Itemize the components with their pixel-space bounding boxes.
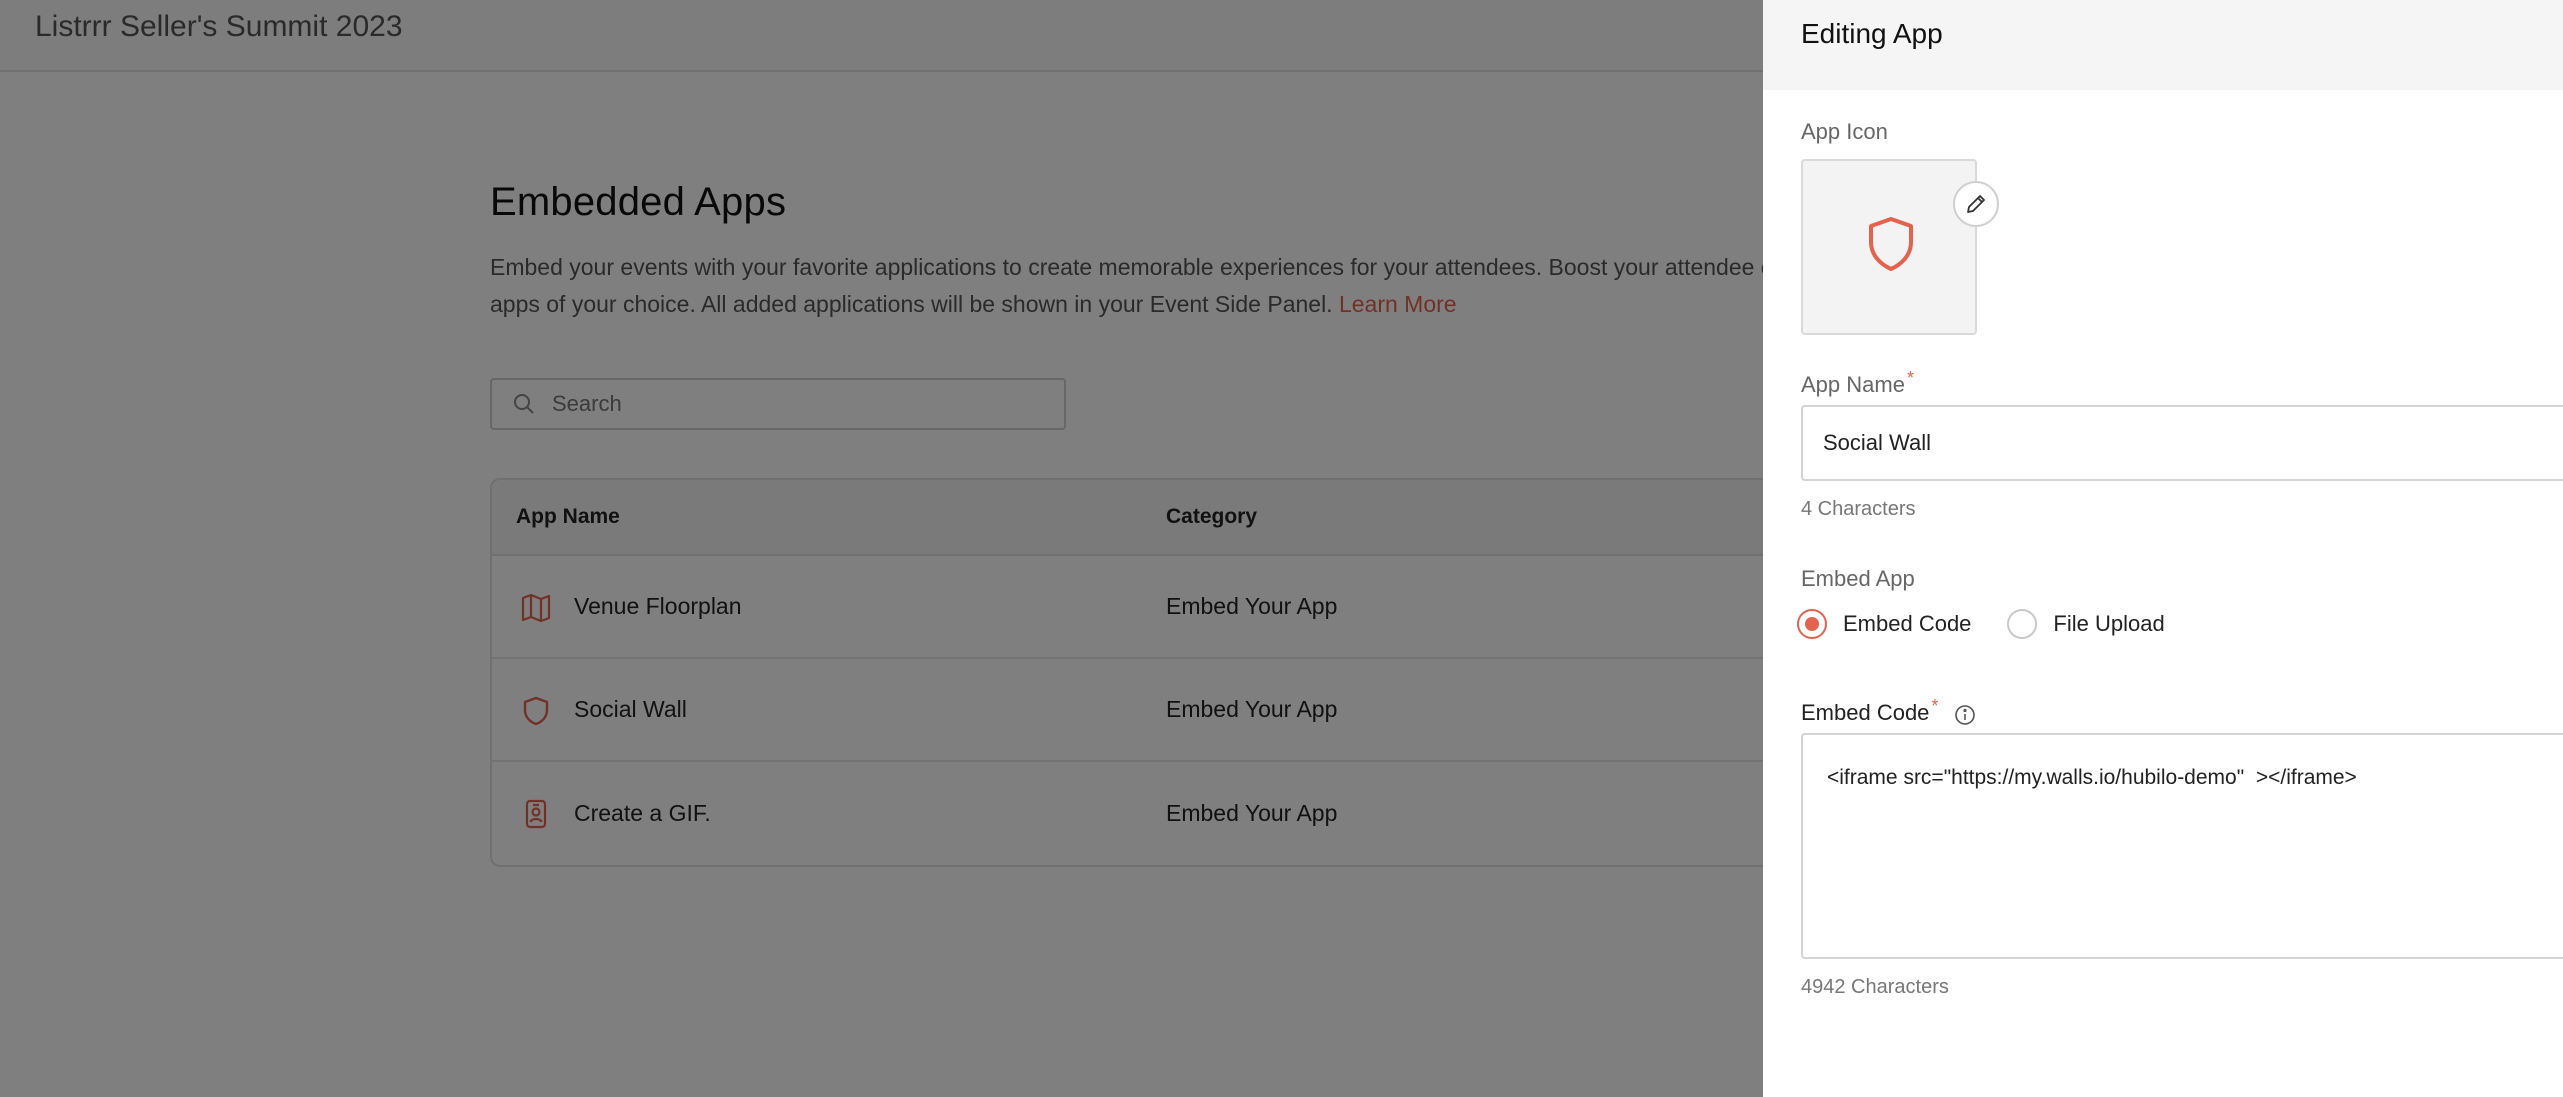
app-icon-preview[interactable] <box>1801 159 1977 335</box>
radio-button-unchecked[interactable] <box>2007 609 2038 639</box>
radio-file-upload[interactable]: File Upload <box>2007 609 2165 639</box>
embed-code-label: Embed Code * <box>1801 696 1938 726</box>
radio-label: Embed Code <box>1843 611 1972 636</box>
radio-embed-code[interactable]: Embed Code <box>1797 609 1971 639</box>
edit-app-drawer: Editing App App Icon App Name* 4 Charact… <box>1763 0 2563 1097</box>
embed-type-radio-group: Embed Code File Upload <box>1797 609 2201 639</box>
shield-icon <box>1869 217 1913 271</box>
app-name-label-text: App Name <box>1801 372 1905 397</box>
info-icon[interactable] <box>1953 703 1977 727</box>
embed-app-label: Embed App <box>1801 566 1915 591</box>
edit-icon-button[interactable] <box>1953 181 1999 227</box>
required-mark: * <box>1906 368 1914 388</box>
embed-code-char-count: 4942 Characters <box>1801 976 1949 998</box>
drawer-title: Editing App <box>1801 18 1943 49</box>
app-name-char-count: 4 Characters <box>1801 498 1916 520</box>
radio-button-checked[interactable] <box>1797 609 1827 639</box>
radio-label: File Upload <box>2053 611 2165 636</box>
pencil-icon <box>1967 195 1985 213</box>
drawer-header: Editing App <box>1763 0 2563 90</box>
app-icon-label: App Icon <box>1801 119 1888 144</box>
required-mark: * <box>1931 696 1939 716</box>
embed-code-label-text: Embed Code <box>1801 700 1930 725</box>
app-name-input[interactable] <box>1801 405 2563 481</box>
app-name-label: App Name * <box>1801 368 1914 398</box>
embed-code-textarea[interactable]: <iframe src="https://my.walls.io/hubilo-… <box>1801 733 2563 959</box>
